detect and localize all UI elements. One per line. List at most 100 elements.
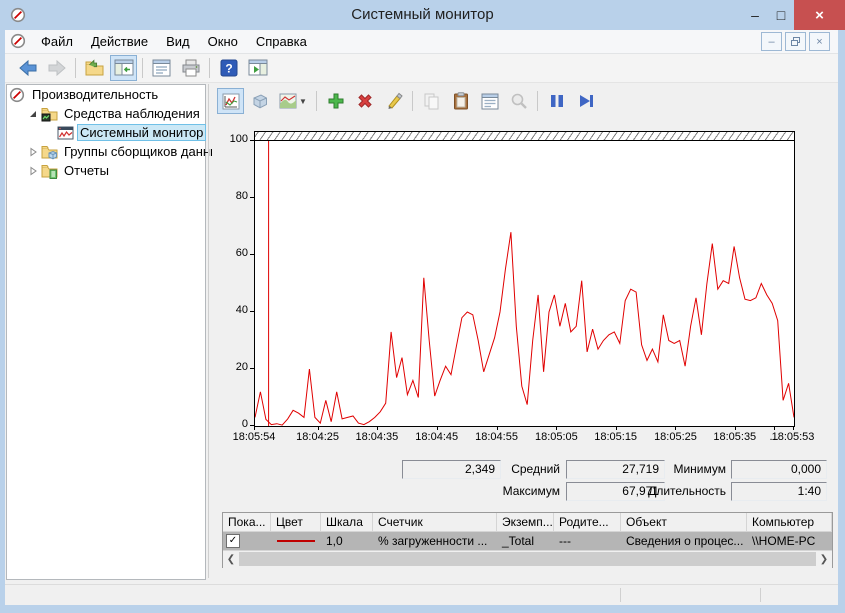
row-cell-3: 1,0 bbox=[321, 534, 373, 548]
menu-item-окно[interactable]: Окно bbox=[199, 31, 247, 52]
scroll-left-icon[interactable]: ❮ bbox=[223, 551, 239, 567]
mdi-minimize-button[interactable]: – bbox=[761, 32, 782, 51]
properties-window-icon bbox=[152, 59, 171, 77]
export-button[interactable] bbox=[81, 55, 108, 81]
toolbar-separator bbox=[209, 58, 210, 78]
toolbar-separator bbox=[412, 91, 413, 111]
tree-spacer bbox=[41, 125, 57, 141]
mdi-restore-button[interactable] bbox=[785, 32, 806, 51]
row-cell-5: _Total bbox=[497, 534, 554, 548]
perfmon-icon bbox=[9, 87, 26, 103]
menu-item-действие[interactable]: Действие bbox=[82, 31, 157, 52]
stat-min-label: Минимум bbox=[660, 462, 726, 476]
tree-item-системный-монитор[interactable]: Системный монитор bbox=[7, 123, 205, 142]
tree-item-label: Производительность bbox=[29, 86, 161, 103]
titlebar: Системный монитор – □ × bbox=[0, 0, 845, 30]
copy-properties-button[interactable] bbox=[418, 88, 445, 114]
chart-view-icon bbox=[222, 93, 240, 110]
x-tick-label: 18:05:15 bbox=[588, 431, 644, 443]
back-button[interactable] bbox=[14, 55, 41, 81]
view-log-data-button[interactable] bbox=[246, 88, 273, 114]
column-header-1[interactable]: Пока... bbox=[223, 513, 271, 531]
menu-item-вид[interactable]: Вид bbox=[157, 31, 199, 52]
x-tick-mark bbox=[437, 426, 438, 430]
tree-item-группы-сборщиков-данных[interactable]: Группы сборщиков данных bbox=[7, 142, 205, 161]
column-header-8[interactable]: Компьютер bbox=[747, 513, 832, 531]
column-header-6[interactable]: Родите... bbox=[554, 513, 621, 531]
horizontal-scrollbar[interactable]: ❮ ❯ bbox=[223, 550, 832, 568]
tree-item-средства-наблюдения[interactable]: Средства наблюдения bbox=[7, 104, 205, 123]
x-tick-mark bbox=[318, 426, 319, 430]
counter-table-row[interactable]: ✓1,0% загруженности ..._Total---Сведения… bbox=[223, 532, 832, 550]
x-tick-label: 18:05:05 bbox=[528, 431, 584, 443]
printer-icon bbox=[181, 59, 201, 77]
folder-monitor-icon bbox=[41, 106, 58, 122]
zoom-button[interactable] bbox=[505, 88, 532, 114]
minimize-button[interactable]: – bbox=[742, 0, 768, 30]
stat-avg-label: Средний bbox=[508, 462, 560, 476]
window-border-right bbox=[838, 30, 845, 605]
stat-duration-value: 1:40 bbox=[731, 482, 827, 501]
print-button[interactable] bbox=[177, 55, 204, 81]
column-header-5[interactable]: Экземп... bbox=[497, 513, 554, 531]
view-current-activity-button[interactable] bbox=[217, 88, 244, 114]
x-tick-mark bbox=[497, 426, 498, 430]
time-bar-hatch bbox=[255, 132, 794, 141]
row-cell-7: Сведения о процес... bbox=[621, 534, 747, 548]
help-button[interactable]: ? bbox=[215, 55, 242, 81]
stat-duration-label: Длительность bbox=[630, 484, 726, 498]
sysmon-panel: ▼ 100806040200 18:05:5418:04:2518:04:351… bbox=[212, 84, 836, 604]
window-border-left bbox=[0, 30, 5, 605]
update-data-button[interactable] bbox=[572, 88, 599, 114]
counter-table: Пока...ЦветШкалаСчетчикЭкземп...Родите..… bbox=[222, 512, 833, 568]
maximize-button[interactable]: □ bbox=[768, 0, 794, 30]
row-cell-4: % загруженности ... bbox=[373, 534, 497, 548]
properties-button[interactable] bbox=[476, 88, 503, 114]
help-icon: ? bbox=[220, 59, 238, 77]
menubar: ФайлДействиеВидОкноСправка – × bbox=[5, 30, 838, 54]
column-header-7[interactable]: Объект bbox=[621, 513, 747, 531]
menu-item-файл[interactable]: Файл bbox=[32, 31, 82, 52]
x-tick-mark bbox=[793, 426, 794, 430]
freeze-display-button[interactable] bbox=[543, 88, 570, 114]
column-header-2[interactable]: Цвет bbox=[271, 513, 321, 531]
highlight-button[interactable] bbox=[380, 88, 407, 114]
y-tick-label: 0 bbox=[214, 418, 248, 430]
toolbar-separator bbox=[75, 58, 76, 78]
y-tick-label: 80 bbox=[214, 190, 248, 202]
delete-counter-button[interactable] bbox=[351, 88, 378, 114]
add-counter-button[interactable] bbox=[322, 88, 349, 114]
tree-item-отчеты[interactable]: Отчеты bbox=[7, 161, 205, 180]
scrollbar-thumb[interactable] bbox=[239, 552, 816, 566]
collapsed-arrow-icon[interactable] bbox=[25, 163, 41, 179]
scroll-right-icon[interactable]: ❯ bbox=[816, 551, 832, 567]
paste-counter-list-button[interactable] bbox=[447, 88, 474, 114]
folder-collector-icon bbox=[41, 144, 58, 160]
forward-button[interactable] bbox=[43, 55, 70, 81]
tree-item-производительность[interactable]: Производительность bbox=[7, 85, 205, 104]
properties-button[interactable] bbox=[148, 55, 175, 81]
column-header-3[interactable]: Шкала bbox=[321, 513, 373, 531]
toolbar-separator bbox=[537, 91, 538, 111]
chart-type-button[interactable]: ▼ bbox=[275, 88, 311, 114]
show-console-tree-button[interactable] bbox=[110, 55, 137, 81]
close-button[interactable]: × bbox=[794, 0, 845, 30]
perfmon-window: Системный монитор – □ × ФайлДействиеВидО… bbox=[0, 0, 845, 613]
panel-splitter[interactable] bbox=[208, 84, 209, 578]
expanded-arrow-icon[interactable] bbox=[25, 106, 41, 122]
x-tick-mark bbox=[254, 426, 255, 430]
mdi-close-button[interactable]: × bbox=[809, 32, 830, 51]
show-checkbox[interactable]: ✓ bbox=[226, 534, 240, 548]
show-action-pane-button[interactable] bbox=[244, 55, 271, 81]
counter-table-header: Пока...ЦветШкалаСчетчикЭкземп...Родите..… bbox=[223, 513, 832, 532]
row-cell-8: \\HOME-PC bbox=[747, 534, 832, 548]
tree-item-label: Системный монитор bbox=[77, 124, 206, 141]
highlight-icon bbox=[385, 92, 403, 110]
column-header-4[interactable]: Счетчик bbox=[373, 513, 497, 531]
y-tick-label: 100 bbox=[214, 133, 248, 145]
toolbar-separator bbox=[316, 91, 317, 111]
collapsed-arrow-icon[interactable] bbox=[25, 144, 41, 160]
action-pane-icon bbox=[248, 59, 268, 77]
menu-item-справка[interactable]: Справка bbox=[247, 31, 316, 52]
svg-text:?: ? bbox=[225, 62, 232, 76]
